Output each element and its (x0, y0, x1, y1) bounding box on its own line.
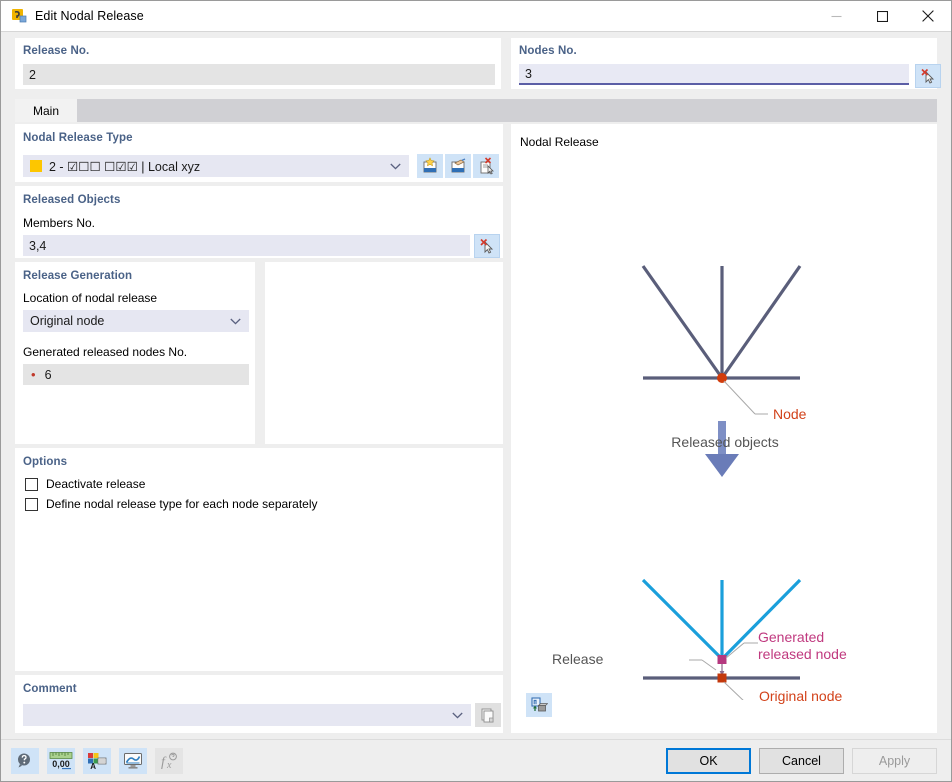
minimize-icon[interactable] (813, 1, 859, 32)
location-of-nodal-release-label: Location of nodal release (23, 291, 157, 305)
define-type-per-node-label: Define nodal release type for each node … (46, 497, 318, 511)
chevron-down-icon (452, 708, 463, 722)
cancel-button[interactable]: Cancel (759, 748, 844, 774)
new-document-icon (421, 157, 439, 175)
release-generation-group: Release Generation Location of nodal rel… (15, 262, 255, 444)
apply-button: Apply (852, 748, 937, 774)
new-nodal-release-type-button[interactable] (417, 154, 443, 178)
define-type-per-node-checkbox[interactable] (25, 498, 38, 511)
released-objects-group: Released Objects Members No. (15, 186, 503, 258)
diagram-upper-figure (643, 266, 800, 414)
render-settings-button[interactable] (526, 693, 552, 717)
location-of-nodal-release-combo[interactable]: Original node (23, 310, 249, 332)
select-member-icon (479, 238, 496, 255)
options-title: Options (23, 456, 67, 468)
members-no-label: Members No. (23, 216, 95, 230)
required-marker: • (31, 368, 36, 381)
ok-button[interactable]: OK (666, 748, 751, 774)
nodal-release-type-group: Nodal Release Type 2 - ☑☐☐ ☐☑☑ | Local x… (15, 124, 503, 182)
tab-main-label: Main (33, 104, 59, 118)
main-content: Nodal Release Type 2 - ☑☐☐ ☐☑☑ | Local x… (15, 122, 937, 738)
edit-nodal-release-dialog: Edit Nodal Release Release No. (0, 0, 952, 782)
release-generation-preview-panel (265, 262, 503, 444)
members-no-input[interactable] (23, 235, 470, 256)
display-properties-icon: A (87, 752, 107, 770)
select-node-icon (920, 68, 937, 85)
nodal-release-type-combo[interactable]: 2 - ☑☐☐ ☐☑☑ | Local xyz (23, 155, 409, 177)
top-fields-row: Release No. Nodes No. (1, 34, 951, 89)
deactivate-release-option[interactable]: Deactivate release (25, 477, 318, 491)
comment-group: Comment (15, 675, 503, 733)
delete-nodal-release-type-button[interactable] (473, 154, 499, 178)
close-icon[interactable] (905, 1, 951, 32)
release-no-group: Release No. (15, 38, 501, 89)
help-icon (16, 752, 34, 770)
generated-released-nodes-label: Generated released nodes No. (23, 345, 187, 359)
select-nodes-button[interactable] (915, 64, 941, 88)
nodal-release-type-value: 2 - ☑☐☐ ☐☑☑ | Local xyz (49, 159, 200, 174)
chevron-down-icon (230, 314, 241, 328)
release-no-input[interactable] (23, 64, 495, 85)
edit-document-icon (449, 157, 467, 175)
nodes-no-group: Nodes No. (511, 38, 937, 89)
nodal-release-diagram-panel: Nodal Release (511, 124, 937, 733)
visualization-button[interactable] (119, 748, 147, 774)
nodes-no-title: Nodes No. (519, 45, 577, 57)
svg-text:x: x (166, 760, 172, 770)
footer-toolbar: 0,00 A (11, 748, 183, 774)
released-objects-title: Released Objects (23, 194, 120, 206)
nodes-no-input[interactable] (519, 64, 909, 85)
nodal-release-diagram: Node x (512, 125, 938, 700)
release-no-title: Release No. (23, 45, 89, 57)
delete-document-icon (477, 157, 495, 175)
app-icon (11, 8, 27, 24)
define-type-per-node-option[interactable]: Define nodal release type for each node … (25, 497, 318, 511)
formula-icon: f x (159, 752, 179, 770)
visualization-icon (123, 752, 143, 770)
units-button[interactable]: 0,00 (47, 748, 75, 774)
nodal-release-type-title: Nodal Release Type (23, 132, 133, 144)
window-controls (813, 1, 951, 32)
maximize-icon[interactable] (859, 1, 905, 32)
location-of-nodal-release-value: Original node (30, 314, 104, 328)
help-button[interactable] (11, 748, 39, 774)
svg-text:0,00: 0,00 (52, 759, 70, 769)
options-group: Options Deactivate release Define nodal … (15, 448, 503, 671)
render-settings-icon (530, 696, 548, 714)
diagram-label-release: Release (552, 651, 603, 667)
edit-nodal-release-type-button[interactable] (445, 154, 471, 178)
generated-released-nodes-field[interactable]: • 6 (23, 364, 249, 385)
generated-released-node-line1: Generated (758, 629, 847, 646)
deactivate-release-checkbox[interactable] (25, 478, 38, 491)
title-bar: Edit Nodal Release (1, 1, 951, 32)
tab-main[interactable]: Main (15, 99, 77, 122)
diagram-label-generated-released-node: Generated released node (758, 629, 847, 663)
comment-title: Comment (23, 683, 77, 695)
deactivate-release-label: Deactivate release (46, 477, 145, 491)
comment-combo[interactable] (23, 704, 471, 726)
nodal-release-type-color-swatch (30, 160, 42, 172)
release-generation-title: Release Generation (23, 270, 132, 282)
diagram-label-node: Node (773, 406, 807, 422)
window-title: Edit Nodal Release (35, 9, 144, 23)
generated-released-node-line2: released node (758, 646, 847, 663)
diagram-label-released-objects: Released objects (512, 434, 938, 450)
formula-button: f x (155, 748, 183, 774)
dialog-footer: 0,00 A (1, 739, 951, 781)
select-members-button[interactable] (474, 234, 500, 258)
tab-strip: Main (15, 99, 937, 122)
svg-text:A: A (90, 762, 96, 770)
diagram-label-original-node: Original node (759, 688, 842, 704)
copy-comment-icon (480, 707, 496, 723)
generated-released-nodes-value: 6 (45, 368, 52, 382)
comment-copy-button[interactable] (475, 703, 501, 727)
units-icon: 0,00 (49, 751, 73, 771)
display-properties-button[interactable]: A (83, 748, 111, 774)
chevron-down-icon (390, 159, 401, 173)
